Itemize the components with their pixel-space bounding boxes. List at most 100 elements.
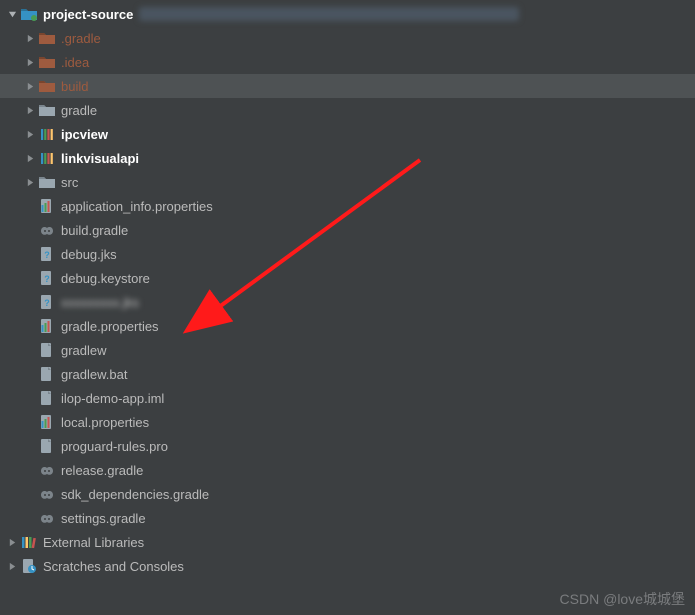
file-icon — [38, 365, 56, 383]
module-icon — [38, 149, 56, 167]
unknown-icon: ? — [38, 245, 56, 263]
tree-row[interactable]: .gradle — [0, 26, 695, 50]
tree-item-label: gradlew — [61, 343, 107, 358]
properties-icon — [38, 197, 56, 215]
tree-siblings: External Libraries Scratches and Consoles — [0, 530, 695, 578]
tree-item-label: build.gradle — [61, 223, 128, 238]
tree-row[interactable]: gradle — [0, 98, 695, 122]
tree-row[interactable]: release.gradle — [0, 458, 695, 482]
tree-item-label: xxxxxxxxx.jks — [61, 295, 139, 310]
libraries-icon — [20, 533, 38, 551]
tree-row[interactable]: gradlew.bat — [0, 362, 695, 386]
unknown-icon: ? — [38, 293, 56, 311]
tree-item-label: debug.jks — [61, 247, 117, 262]
chevron-right-icon[interactable] — [22, 54, 38, 70]
svg-text:?: ? — [44, 250, 50, 260]
project-folder-icon — [20, 5, 38, 23]
gradle-icon — [38, 221, 56, 239]
tree-row[interactable]: ? debug.keystore — [0, 266, 695, 290]
unknown-icon: ? — [38, 269, 56, 287]
tree-row[interactable]: gradlew — [0, 338, 695, 362]
tree-item-label: External Libraries — [43, 535, 144, 550]
chevron-right-icon[interactable] — [22, 150, 38, 166]
chevron-right-icon[interactable] — [22, 78, 38, 94]
svg-text:?: ? — [44, 274, 50, 284]
scratches-icon — [20, 557, 38, 575]
gradle-icon — [38, 461, 56, 479]
tree-item-label: debug.keystore — [61, 271, 150, 286]
chevron-spacer — [22, 390, 38, 406]
module-icon — [38, 125, 56, 143]
tree-row[interactable]: gradle.properties — [0, 314, 695, 338]
tree-row[interactable]: application_info.properties — [0, 194, 695, 218]
tree-row[interactable]: local.properties — [0, 410, 695, 434]
gradle-icon — [38, 485, 56, 503]
tree-row[interactable]: proguard-rules.pro — [0, 434, 695, 458]
chevron-spacer — [22, 198, 38, 214]
tree-item-label: sdk_dependencies.gradle — [61, 487, 209, 502]
chevron-spacer — [22, 438, 38, 454]
gradle-icon — [38, 509, 56, 527]
properties-icon — [38, 317, 56, 335]
tree-item-label: ipcview — [61, 127, 108, 142]
tree-row[interactable]: Scratches and Consoles — [0, 554, 695, 578]
chevron-right-icon[interactable] — [22, 30, 38, 46]
root-label: project-source — [43, 7, 133, 22]
chevron-right-icon[interactable] — [22, 126, 38, 142]
chevron-right-icon[interactable] — [22, 174, 38, 190]
folder-icon — [38, 101, 56, 119]
redacted-path — [139, 7, 519, 21]
tree-root-row[interactable]: project-source — [0, 2, 695, 26]
chevron-right-icon[interactable] — [4, 558, 20, 574]
file-icon — [38, 389, 56, 407]
tree-row[interactable]: ? debug.jks — [0, 242, 695, 266]
tree-row[interactable]: sdk_dependencies.gradle — [0, 482, 695, 506]
chevron-spacer — [22, 486, 38, 502]
svg-text:?: ? — [44, 298, 50, 308]
tree-row[interactable]: ipcview — [0, 122, 695, 146]
watermark: CSDN @love城城堡 — [560, 589, 685, 609]
folder-icon — [38, 173, 56, 191]
chevron-spacer — [22, 294, 38, 310]
chevron-right-icon[interactable] — [4, 534, 20, 550]
tree-item-label: settings.gradle — [61, 511, 146, 526]
tree-item-label: src — [61, 175, 78, 190]
tree-row[interactable]: build — [0, 74, 695, 98]
tree-item-label: build — [61, 79, 88, 94]
tree-row[interactable]: build.gradle — [0, 218, 695, 242]
project-tree: project-source .gradle .idea build gradle ip… — [0, 0, 695, 578]
chevron-down-icon[interactable] — [4, 6, 20, 22]
tree-item-label: application_info.properties — [61, 199, 213, 214]
tree-row[interactable]: External Libraries — [0, 530, 695, 554]
chevron-spacer — [22, 462, 38, 478]
tree-item-label: .idea — [61, 55, 89, 70]
tree-row[interactable]: .idea — [0, 50, 695, 74]
tree-item-label: .gradle — [61, 31, 101, 46]
chevron-right-icon[interactable] — [22, 102, 38, 118]
chevron-spacer — [22, 342, 38, 358]
tree-row[interactable]: linkvisualapi — [0, 146, 695, 170]
chevron-spacer — [22, 366, 38, 382]
tree-row[interactable]: ? xxxxxxxxx.jks — [0, 290, 695, 314]
chevron-spacer — [22, 270, 38, 286]
tree-row[interactable]: settings.gradle — [0, 506, 695, 530]
folder-excluded-icon — [38, 29, 56, 47]
tree-item-label: gradle.properties — [61, 319, 159, 334]
tree-item-label: proguard-rules.pro — [61, 439, 168, 454]
tree-item-label: gradle — [61, 103, 97, 118]
properties-icon — [38, 413, 56, 431]
tree-children: .gradle .idea build gradle ipcview linkvisual… — [0, 26, 695, 530]
tree-item-label: local.properties — [61, 415, 149, 430]
tree-row[interactable]: src — [0, 170, 695, 194]
chevron-spacer — [22, 510, 38, 526]
folder-excluded-icon — [38, 77, 56, 95]
tree-row[interactable]: ilop-demo-app.iml — [0, 386, 695, 410]
chevron-spacer — [22, 222, 38, 238]
tree-item-label: ilop-demo-app.iml — [61, 391, 164, 406]
chevron-spacer — [22, 414, 38, 430]
chevron-spacer — [22, 318, 38, 334]
tree-item-label: linkvisualapi — [61, 151, 139, 166]
tree-item-label: release.gradle — [61, 463, 143, 478]
folder-excluded-icon — [38, 53, 56, 71]
file-icon — [38, 437, 56, 455]
